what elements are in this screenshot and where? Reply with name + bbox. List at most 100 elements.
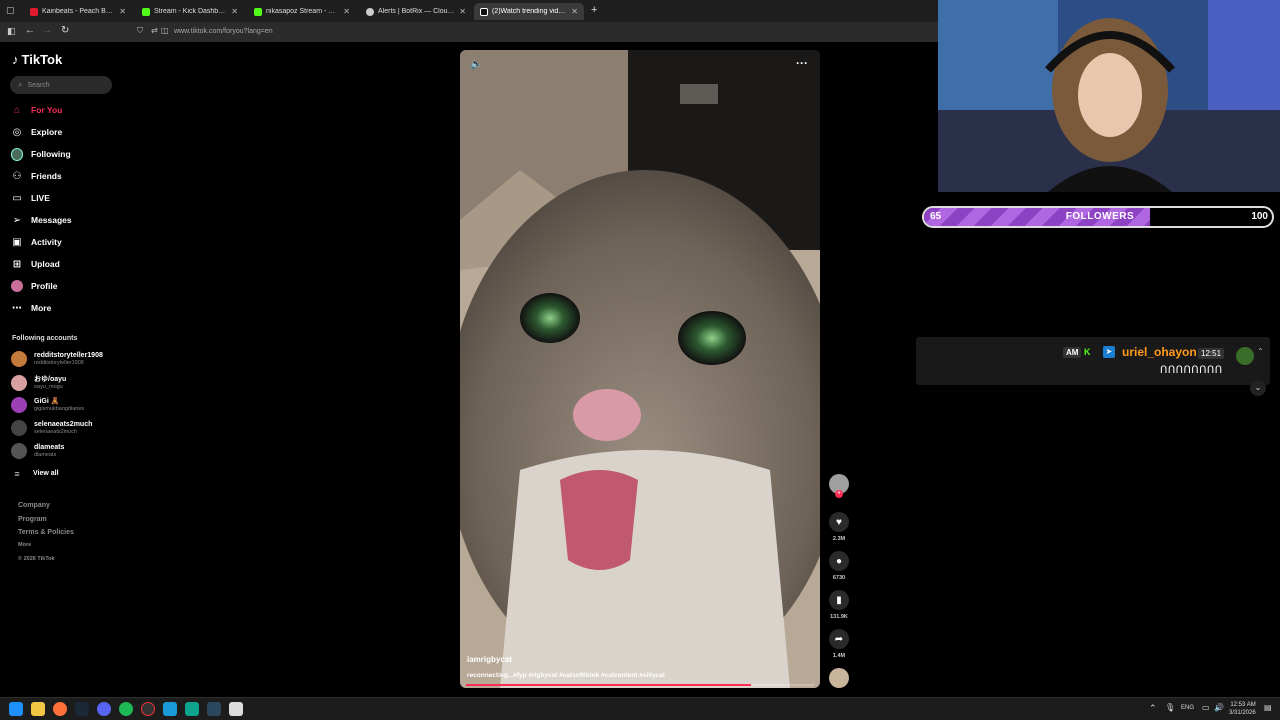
nav-for-you[interactable]: ⌂ For You [11, 102, 62, 118]
url-field[interactable]: www.tiktok.com/foryou?lang=en [174, 28, 273, 35]
nav-following[interactable]: Following [11, 146, 71, 162]
tiktok-icon [480, 7, 488, 16]
system-clock[interactable]: 12:53 AM 3/31/2026 [1229, 701, 1256, 717]
kick-icon [254, 7, 262, 16]
video-progress-bar[interactable] [466, 684, 814, 686]
browser-tab-2[interactable]: Stream - Kick Dashboard ✕ [136, 3, 244, 20]
chat-avatar [1236, 347, 1254, 365]
speaker-icon[interactable]: 🔊 [1214, 703, 1224, 712]
nav-messages[interactable]: ➢ Messages [11, 212, 72, 228]
permissions-icon[interactable]: ⇄ [151, 26, 158, 35]
chat-overlay: AM K ➤ uriel_ohayon 12:51 ⌃ ᑎᑎᑎᑎᑎᑎᑎᑎ ⌄ [916, 337, 1270, 396]
shield-icon[interactable]: ⛉ [137, 26, 143, 36]
steam-icon[interactable] [207, 702, 221, 716]
comment-button[interactable]: ● 6730 [829, 551, 849, 581]
nav-explore[interactable]: ◎ Explore [11, 124, 63, 140]
spotify-icon[interactable] [119, 702, 133, 716]
footer-company[interactable]: Company [18, 502, 50, 509]
back-icon[interactable]: ← [25, 25, 35, 36]
volume-icon[interactable]: 🔈 [470, 59, 482, 70]
save-button[interactable]: ▮ 131.9K [829, 590, 849, 620]
browser-tab-5-active[interactable]: (2)Watch trending videos f ✕ [474, 3, 584, 20]
sidebar-toggle-icon[interactable]: ◧ [7, 26, 16, 37]
calculator-icon[interactable] [229, 702, 243, 716]
chevron-down-icon[interactable]: ⌄ [1250, 380, 1266, 396]
follow-plus-icon[interactable]: + [835, 490, 843, 498]
chevron-up-icon[interactable]: ⌃ [1149, 703, 1157, 714]
browser-tab-3[interactable]: nikasapoz Stream - Watch Live✕ [248, 3, 356, 20]
account-item[interactable]: selenaeats2much selenaeats2much [11, 418, 92, 438]
video-more-icon[interactable]: ··· [796, 56, 808, 70]
chevron-up-icon[interactable]: ⌃ [1257, 347, 1264, 356]
video-caption: reconnecting...#fyp #rigbycat #catsoftik… [467, 672, 665, 679]
app-icon[interactable] [185, 702, 199, 716]
footer-copyright: © 2026 TikTok [18, 556, 55, 562]
forward-icon[interactable]: → [42, 25, 52, 36]
account-item[interactable]: GiGi 🧸 gigismukbangdiaries [11, 395, 84, 415]
close-icon[interactable]: ✕ [571, 7, 578, 16]
footer-more[interactable]: More [18, 542, 31, 548]
camera-icon[interactable]: ◫ [161, 26, 169, 35]
obs-icon[interactable] [141, 702, 155, 716]
video-username[interactable]: iamrigbycat [467, 655, 512, 664]
search-input[interactable]: ⌕ Search [10, 76, 112, 94]
nav-activity[interactable]: ▣ Activity [11, 234, 61, 250]
more-icon: ⋯ [12, 302, 22, 314]
close-icon[interactable]: ✕ [119, 7, 126, 16]
activity-icon: ▣ [12, 236, 22, 248]
account-item[interactable]: dlameats dlameats [11, 441, 64, 461]
nav-profile[interactable]: Profile [11, 278, 57, 294]
nav-upload[interactable]: ⊞ Upload [11, 256, 60, 272]
video-player[interactable]: 🔈 ··· iamrigbycat reconnecting...#fyp #r… [460, 50, 820, 688]
music-disc-button[interactable] [829, 668, 849, 688]
discord-icon[interactable] [97, 702, 111, 716]
close-icon[interactable]: ✕ [231, 7, 238, 16]
footer-program[interactable]: Program [18, 516, 47, 523]
notification-icon[interactable]: ▤ [1264, 703, 1272, 712]
nav-friends[interactable]: ⚇ Friends [11, 168, 62, 184]
upload-icon: ⊞ [12, 258, 22, 270]
close-icon[interactable]: ✕ [343, 7, 350, 16]
tiktok-note-icon: ♪ [12, 52, 19, 67]
browser-tab-4[interactable]: Alerts | BotRix — Cloud Stream✕ [360, 3, 472, 20]
share-button[interactable]: ➦ 1.4M [829, 629, 849, 659]
kick-badge-icon: K [1084, 347, 1091, 357]
new-tab-button[interactable]: + [591, 4, 597, 16]
windows-start-icon[interactable] [9, 702, 23, 716]
tab-actions-icon[interactable]: ▢ [6, 5, 15, 16]
following-accounts-header: Following accounts [12, 335, 78, 342]
mic-icon[interactable]: 🎙 [1165, 703, 1175, 712]
following-icon [11, 147, 23, 161]
account-item[interactable]: redditstoryteller1908 redditstoryteller19… [11, 349, 103, 369]
video-progress-fill [466, 684, 752, 686]
verified-badge-icon: ➤ [1103, 346, 1115, 358]
webcam-image [938, 0, 1280, 192]
close-icon[interactable]: ✕ [459, 7, 466, 16]
footer-terms[interactable]: Terms & Policies [18, 529, 74, 536]
share-count: 1.4M [832, 653, 846, 659]
home-icon: ⌂ [13, 104, 21, 116]
account-item[interactable]: おゆ/oayu oayu_mogu [11, 373, 66, 393]
tiktok-sidebar: ♪ TikTok ⌕ Search ⌂ For You ◎ Explore Foll… [0, 42, 122, 682]
language-indicator[interactable]: ENG [1181, 705, 1194, 711]
like-button[interactable]: ♥ 2.3M [829, 512, 849, 542]
bookmark-icon: ▮ [829, 590, 849, 610]
tiktok-logo[interactable]: ♪ TikTok [12, 52, 62, 67]
firefox-icon[interactable] [53, 702, 67, 716]
file-explorer-icon[interactable] [31, 702, 45, 716]
live-icon: ▭ [12, 192, 22, 204]
avatar [11, 443, 27, 459]
windows-taskbar: ⌃ 🎙 ENG ▭ 🔊 12:53 AM 3/31/2026 ▤ [0, 697, 1280, 720]
view-all-link[interactable]: ≡ View all [11, 464, 58, 484]
nav-more[interactable]: ⋯ More [11, 300, 51, 316]
chat-username: uriel_ohayon [1122, 345, 1197, 359]
nav-live[interactable]: ▭ LIVE [11, 190, 50, 206]
creator-avatar-button[interactable]: + [829, 474, 849, 498]
webcam-feed [938, 0, 1280, 192]
app-icon[interactable] [163, 702, 177, 716]
network-icon[interactable]: ▭ [1202, 703, 1210, 712]
browser-tab-1[interactable]: Kainbeats - Peach Beach [Lofi H✕ [24, 3, 132, 20]
reload-icon[interactable]: ↻ [61, 25, 69, 36]
steam-icon[interactable] [75, 702, 89, 716]
compass-icon: ◎ [12, 126, 22, 138]
